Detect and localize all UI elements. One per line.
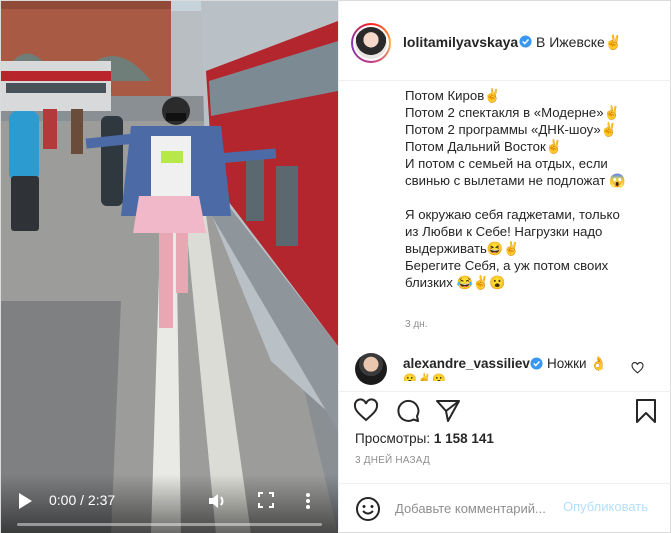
avatar-inner: [353, 25, 389, 61]
verified-badge-icon: [530, 357, 543, 370]
caption-line: свинью с вылетами не подложат 😱: [405, 173, 626, 188]
action-bar: [339, 391, 671, 431]
video-progress-bar[interactable]: [17, 523, 322, 526]
caption-line: выдерживать😆✌: [405, 241, 520, 256]
comment-icon[interactable]: [395, 398, 421, 424]
publish-button[interactable]: Опубликовать: [563, 499, 648, 514]
comment-input[interactable]: [395, 498, 561, 518]
caption-line: Потом Дальний Восток✌: [405, 139, 563, 154]
video-player[interactable]: 0:00 / 2:37: [1, 1, 338, 533]
avatar-image: [355, 27, 387, 59]
play-icon[interactable]: [17, 492, 33, 510]
caption-line: Я окружаю себя гаджетами, только: [405, 207, 620, 222]
comment-text: Ножки 👌: [547, 356, 608, 371]
author-avatar[interactable]: [351, 23, 391, 63]
post-header: lolitamilyavskaya В Ижевске✌: [339, 1, 671, 81]
fullscreen-icon[interactable]: [257, 491, 275, 509]
heart-icon[interactable]: [353, 398, 379, 424]
post-caption: Потом Киров✌ Потом 2 спектакля в «Модерн…: [405, 87, 655, 291]
more-icon[interactable]: [301, 491, 315, 511]
instagram-post: 0:00 / 2:37 lolitamilyavskaya В Ижевске✌…: [0, 0, 671, 533]
caption-line: И потом с семьей на отдых, если: [405, 156, 608, 171]
comment-continuation: 😮✌😮: [403, 374, 448, 381]
video-time: 0:00 / 2:37: [49, 492, 116, 508]
video-frame: [1, 1, 338, 533]
caption-line: близких 😂✌😮: [405, 275, 506, 290]
commenter-avatar[interactable]: [355, 353, 387, 385]
views-value: 1 158 141: [433, 431, 494, 446]
caption-line: Потом Киров✌: [405, 88, 501, 103]
post-details-panel: lolitamilyavskaya В Ижевске✌ Потом Киров…: [338, 1, 671, 533]
comment-like-icon[interactable]: [631, 362, 644, 374]
post-location[interactable]: В Ижевске✌: [536, 34, 622, 51]
post-date[interactable]: 3 ДНЕЙ НАЗАД: [355, 455, 430, 466]
video-controls: 0:00 / 2:37: [1, 474, 338, 533]
share-icon[interactable]: [435, 398, 461, 424]
emoji-icon[interactable]: [355, 496, 381, 522]
caption-line: Берегите Себя, а уж потом своих: [405, 258, 609, 273]
caption-age: 3 дн.: [405, 319, 428, 330]
bookmark-icon[interactable]: [633, 398, 659, 424]
caption-line: Потом 2 спектакля в «Модерне»✌: [405, 105, 621, 120]
caption-line: Потом 2 программы «ДНК-шоу»✌: [405, 122, 618, 137]
verified-badge-icon: [519, 35, 532, 48]
views-label: Просмотры:: [355, 431, 431, 446]
view-count[interactable]: Просмотры: 1 158 141: [355, 431, 494, 446]
author-username[interactable]: lolitamilyavskaya: [403, 34, 518, 50]
volume-icon[interactable]: [207, 491, 227, 511]
add-comment-bar: Опубликовать: [339, 483, 671, 533]
caption-line: из Любви к Себе! Нагрузки надо: [405, 224, 603, 239]
commenter-username[interactable]: alexandre_vassiliev: [403, 356, 530, 371]
